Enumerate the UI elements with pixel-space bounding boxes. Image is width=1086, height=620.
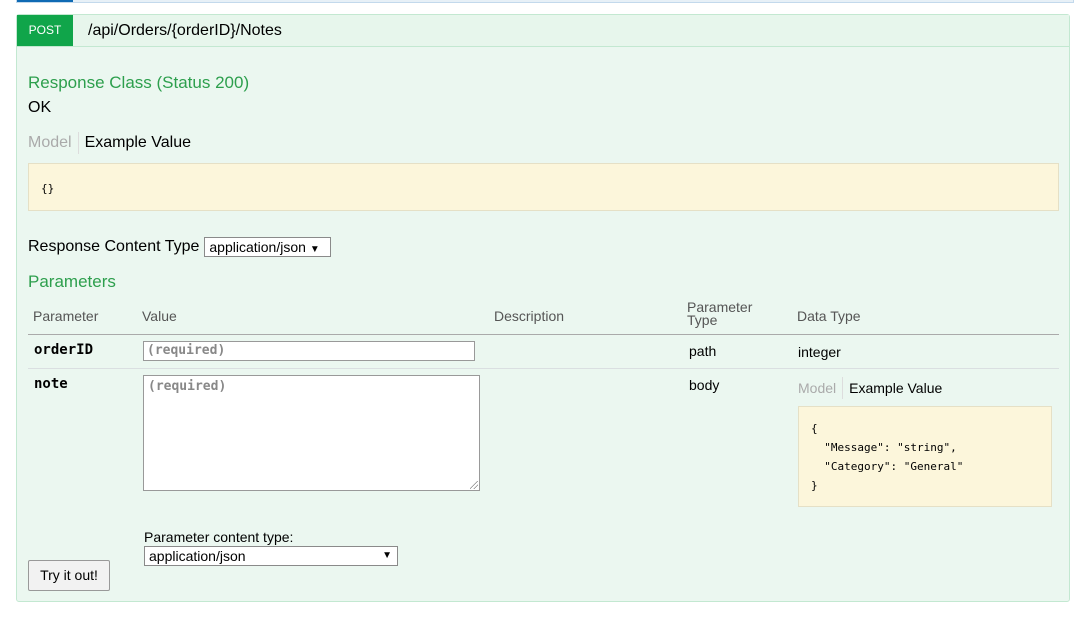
param-content-type-select[interactable]: application/json ▼ <box>144 546 398 566</box>
previous-operation-edge <box>16 0 1074 3</box>
resize-handle-icon[interactable] <box>470 481 478 489</box>
param-type-note: body <box>689 377 720 393</box>
column-header-description: Description <box>494 308 565 324</box>
tab-model[interactable]: Model <box>28 132 79 154</box>
column-header-value: Value <box>142 308 177 324</box>
note-example-json: { "Message": "string", "Category": "Gene… <box>811 422 964 492</box>
param-content-type-label: Parameter content type: <box>144 529 294 545</box>
tab-model-note[interactable]: Model <box>798 377 844 399</box>
param-content-type-value: application/json <box>149 548 246 564</box>
response-content-type-value: application/json <box>209 239 306 255</box>
operation-panel: POST /api/Orders/{orderID}/Notes Respons… <box>16 14 1070 602</box>
data-type-orderid: integer <box>798 344 841 360</box>
column-header-parameter-type: Parameter Type <box>687 299 753 328</box>
param-name-orderid: orderID <box>34 342 94 358</box>
previous-method-badge-edge <box>17 0 73 2</box>
response-example-box: {} <box>28 163 1059 211</box>
tab-example-value-note[interactable]: Example Value <box>849 377 948 399</box>
header-divider <box>28 334 1059 335</box>
response-example-json: {} <box>41 182 55 195</box>
param-type-orderid: path <box>689 343 717 359</box>
tab-example-value[interactable]: Example Value <box>85 132 197 154</box>
orderid-placeholder: (required) <box>147 343 226 358</box>
note-textarea[interactable]: (required) <box>143 375 480 491</box>
note-example-box[interactable]: { "Message": "string", "Category": "Gene… <box>798 406 1052 507</box>
response-content-type-select[interactable]: application/json ▼ <box>204 237 332 257</box>
parameters-heading: Parameters <box>28 272 116 291</box>
param-name-note: note <box>34 376 68 392</box>
column-header-data-type: Data Type <box>797 308 861 324</box>
response-status-text: OK <box>28 99 52 116</box>
response-model-tabs: Model Example Value <box>28 132 197 154</box>
response-class-heading: Response Class (Status 200) <box>28 73 250 92</box>
try-it-out-button[interactable]: Try it out! <box>28 560 110 591</box>
method-badge[interactable]: POST <box>17 15 73 46</box>
orderid-input[interactable]: (required) <box>143 341 475 361</box>
column-header-parameter: Parameter <box>33 308 99 324</box>
dropdown-arrow-icon: ▼ <box>382 550 392 561</box>
dropdown-arrow-icon: ▼ <box>309 244 320 255</box>
operation-heading[interactable]: POST /api/Orders/{orderID}/Notes <box>17 15 1069 47</box>
row-divider <box>28 368 1059 369</box>
response-content-type-label: Response Content Type <box>28 238 200 255</box>
endpoint-path[interactable]: /api/Orders/{orderID}/Notes <box>88 15 282 46</box>
response-content-type-row: Response Content Type application/json ▼ <box>28 237 332 257</box>
note-model-tabs: Model Example Value <box>798 377 948 399</box>
note-placeholder: (required) <box>148 379 227 394</box>
